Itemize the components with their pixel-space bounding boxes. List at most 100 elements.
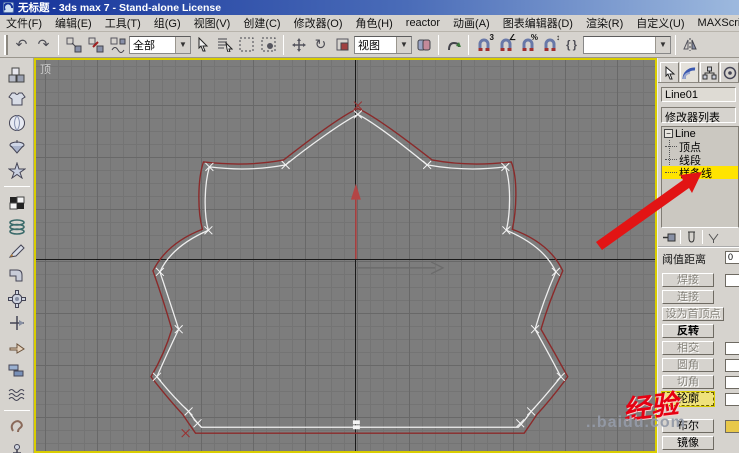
- stack-item-spline-selected[interactable]: 样条线: [662, 166, 738, 180]
- tab-motion[interactable]: [720, 62, 739, 82]
- named-selection-dropdown[interactable]: ▼: [583, 35, 671, 54]
- menu-tools[interactable]: 工具(T): [105, 15, 141, 31]
- unlink-icon[interactable]: [85, 34, 106, 55]
- sphere-icon[interactable]: [4, 112, 30, 133]
- connect-button[interactable]: 连接: [662, 290, 714, 304]
- make-first-button[interactable]: 设为首顶点: [662, 307, 724, 321]
- object-name-field[interactable]: Line01: [661, 87, 736, 102]
- select-object-icon[interactable]: [192, 34, 213, 55]
- spline-shape-canvas[interactable]: [36, 60, 655, 451]
- reverse-button[interactable]: 反转: [662, 324, 714, 338]
- gizmo-y-arrowhead: [350, 183, 361, 200]
- select-by-name-icon[interactable]: [214, 34, 235, 55]
- tab-create[interactable]: [660, 62, 679, 82]
- gear-icon[interactable]: [4, 288, 30, 309]
- selection-filter-dropdown[interactable]: 全部 ▼: [129, 35, 191, 54]
- make-unique-icon[interactable]: [706, 230, 721, 245]
- outline-spinner[interactable]: [725, 393, 739, 406]
- mirror-icon[interactable]: [680, 34, 701, 55]
- outline-spline-path: [150, 107, 569, 434]
- dropdown-arrow-icon[interactable]: ▼: [655, 36, 670, 53]
- fillet-button[interactable]: 圆角: [662, 358, 714, 372]
- object-name-value: Line01: [665, 89, 699, 101]
- rectangular-selection-region-icon[interactable]: [236, 34, 257, 55]
- intersect-button[interactable]: 相交: [662, 341, 714, 355]
- mirror-button[interactable]: 镜像: [662, 436, 714, 450]
- modifier-list-label: 修改器列表: [665, 112, 720, 124]
- menu-create[interactable]: 创建(C): [243, 15, 280, 31]
- modifier-stack: − Line 顶点 线段 样条线: [661, 126, 739, 228]
- select-and-rotate-icon[interactable]: ↻: [310, 34, 331, 55]
- tree-branch: [665, 172, 677, 173]
- stack-toolbar: [658, 228, 739, 248]
- outline-button[interactable]: 轮廓: [661, 391, 715, 407]
- select-and-manipulate-icon[interactable]: [443, 34, 464, 55]
- chamfer-spinner[interactable]: [725, 376, 739, 389]
- select-and-link-icon[interactable]: [63, 34, 84, 55]
- named-selection-sets-icon[interactable]: { }: [561, 34, 582, 55]
- tab-hierarchy[interactable]: [700, 62, 719, 82]
- outline-vertex-markers: [181, 101, 363, 438]
- spinner-snap-icon[interactable]: ↕: [539, 33, 560, 55]
- show-end-result-icon[interactable]: [684, 230, 699, 245]
- star-icon[interactable]: [4, 160, 30, 181]
- menu-animation[interactable]: 动画(A): [453, 15, 490, 31]
- select-and-scale-icon[interactable]: [332, 34, 353, 55]
- bricks-icon[interactable]: [4, 360, 30, 381]
- menu-customize[interactable]: 自定义(U): [636, 15, 684, 31]
- toolbar-grip[interactable]: [4, 34, 8, 55]
- weld-spinner[interactable]: [725, 274, 739, 287]
- shirt-icon[interactable]: [4, 88, 30, 109]
- percent-snap-icon[interactable]: %: [517, 33, 538, 55]
- weathervane-icon[interactable]: [4, 312, 30, 333]
- menu-views[interactable]: 视图(V): [194, 15, 231, 31]
- menu-rendering[interactable]: 渲染(R): [586, 15, 623, 31]
- dropdown-arrow-icon[interactable]: ▼: [175, 36, 190, 53]
- menu-modifiers[interactable]: 修改器(O): [294, 15, 343, 31]
- elbow-pipe-icon[interactable]: [4, 264, 30, 285]
- menu-group[interactable]: 组(G): [154, 15, 181, 31]
- base-spline-path: [156, 113, 562, 428]
- boolean-button[interactable]: 布尔: [662, 419, 714, 433]
- redo-icon[interactable]: ↷: [33, 34, 54, 55]
- snap-toggle-3d-icon[interactable]: 3: [473, 33, 494, 55]
- spinning-top-icon[interactable]: [4, 136, 30, 157]
- cubes-icon[interactable]: [4, 64, 30, 85]
- menu-reactor[interactable]: reactor: [406, 17, 440, 29]
- use-pivot-center-icon[interactable]: [413, 34, 434, 55]
- menu-graph-editors[interactable]: 图表编辑器(D): [503, 15, 573, 31]
- weld-button[interactable]: 焊接: [662, 273, 714, 287]
- boolean-type-icons[interactable]: [725, 420, 739, 433]
- top-viewport[interactable]: 顶: [34, 58, 657, 453]
- dropdown-arrow-icon[interactable]: ▼: [396, 36, 411, 53]
- intersect-spinner[interactable]: [725, 342, 739, 355]
- ear-icon[interactable]: [4, 416, 30, 437]
- pen-icon[interactable]: [4, 240, 30, 261]
- window-title: 无标题 - 3ds max 7 - Stand-alone License: [18, 2, 222, 14]
- window-crossing-icon[interactable]: [258, 34, 279, 55]
- menu-maxscript[interactable]: MAXScript(M): [698, 17, 739, 29]
- waves-icon[interactable]: [4, 384, 30, 405]
- threshold-spinner[interactable]: 0: [725, 251, 739, 264]
- pin-stack-icon[interactable]: [662, 230, 677, 245]
- tab-modify[interactable]: [680, 62, 699, 82]
- select-and-move-icon[interactable]: [288, 34, 309, 55]
- weld-threshold-row: 阈值距离 0: [662, 251, 739, 267]
- bind-to-spacewarp-icon[interactable]: [107, 34, 128, 55]
- viewport-label[interactable]: 顶: [40, 61, 51, 77]
- collapse-icon[interactable]: −: [664, 129, 673, 138]
- first-vertex-marker: [352, 420, 360, 425]
- reference-coordinate-dropdown[interactable]: 视图 ▼: [354, 35, 412, 54]
- bone-figure-icon[interactable]: [4, 440, 30, 453]
- menu-edit[interactable]: 编辑(E): [55, 15, 92, 31]
- pointing-hand-icon[interactable]: [4, 336, 30, 357]
- springs-icon[interactable]: [4, 216, 30, 237]
- menu-character[interactable]: 角色(H): [356, 15, 393, 31]
- chamfer-button[interactable]: 切角: [662, 375, 714, 389]
- undo-icon[interactable]: ↶: [11, 34, 32, 55]
- menu-file[interactable]: 文件(F): [6, 15, 42, 31]
- modifier-list-dropdown[interactable]: 修改器列表: [661, 107, 736, 124]
- fillet-spinner[interactable]: [725, 359, 739, 372]
- angle-snap-icon[interactable]: ∠: [495, 33, 516, 55]
- checker-icon[interactable]: [4, 192, 30, 213]
